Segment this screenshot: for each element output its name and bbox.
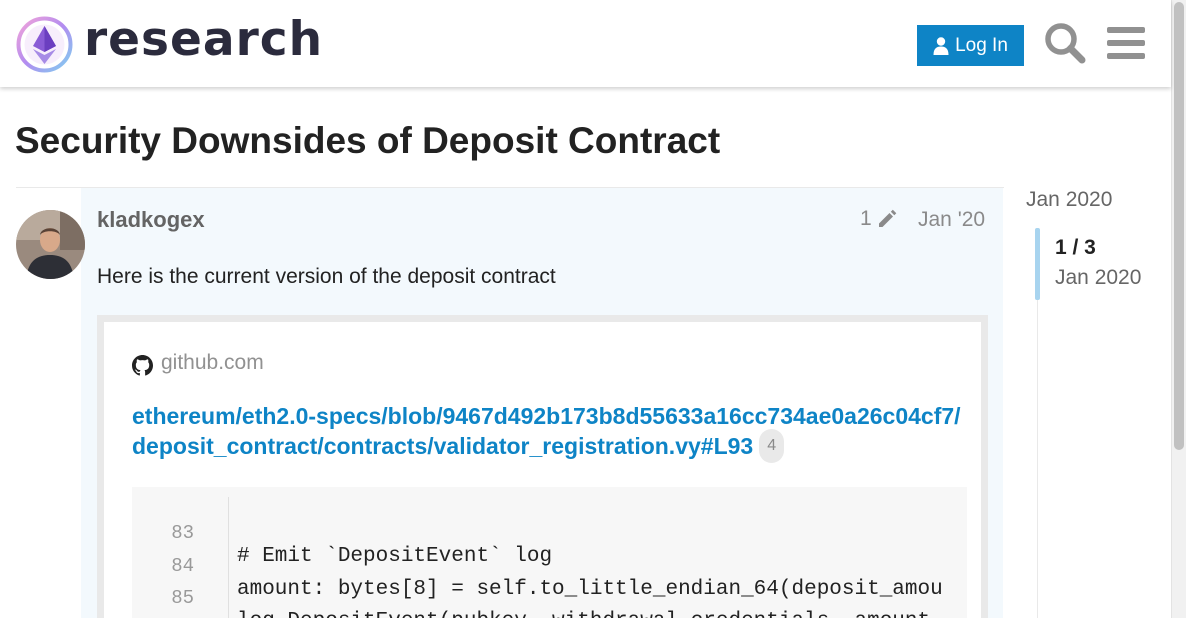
post-text: Here is the current version of the depos… — [97, 265, 556, 288]
pencil-icon — [878, 209, 896, 227]
user-icon — [933, 36, 949, 55]
hamburger-icon — [1107, 27, 1145, 59]
onebox-source-label: github.com — [161, 351, 264, 374]
site-header: research Log In — [0, 0, 1171, 87]
timeline-current-date: Jan 2020 — [1055, 266, 1142, 289]
timeline-position: 1 / 3 — [1055, 236, 1096, 259]
timeline-start-date[interactable]: Jan 2020 — [1026, 188, 1112, 212]
github-icon — [132, 355, 153, 376]
code-line: 84 amount: bytes[8] = self.to_little_end… — [132, 532, 967, 601]
code-line: 83 # Emit `DepositEvent` log — [132, 499, 967, 568]
login-button[interactable]: Log In — [917, 25, 1024, 66]
post-date[interactable]: Jan '20 — [918, 208, 985, 232]
ethereum-logo[interactable] — [16, 16, 73, 73]
onebox-link-text: ethereum/eth2.0-specs/blob/9467d492b173b… — [132, 403, 961, 460]
code-line: 86 — [132, 597, 967, 618]
onebox-source[interactable]: github.com — [132, 350, 264, 376]
edit-history-button[interactable]: 1 — [860, 207, 898, 231]
post-username[interactable]: kladkogex — [97, 207, 205, 233]
link-onebox: github.com ethereum/eth2.0-specs/blob/94… — [97, 315, 988, 618]
search-icon — [1045, 23, 1086, 64]
edit-count: 1 — [860, 207, 872, 230]
click-count-badge: 4 — [759, 429, 785, 463]
avatar[interactable] — [16, 210, 85, 279]
search-button[interactable] — [1044, 22, 1086, 64]
scrollbar-thumb[interactable] — [1174, 2, 1184, 450]
login-label: Log In — [955, 34, 1008, 56]
topic-title[interactable]: Security Downsides of Deposit Contract — [15, 120, 720, 162]
onebox-title-link[interactable]: ethereum/eth2.0-specs/blob/9467d492b173b… — [132, 401, 972, 465]
menu-button[interactable] — [1106, 24, 1146, 62]
timeline-scroller-handle[interactable] — [1035, 228, 1040, 300]
code-line: 85 log.DepositEvent(pubkey, withdrawal_c… — [132, 564, 967, 618]
site-name[interactable]: research — [84, 12, 323, 67]
code-snippet: 83 # Emit `DepositEvent` log 84 amount: … — [132, 487, 967, 618]
